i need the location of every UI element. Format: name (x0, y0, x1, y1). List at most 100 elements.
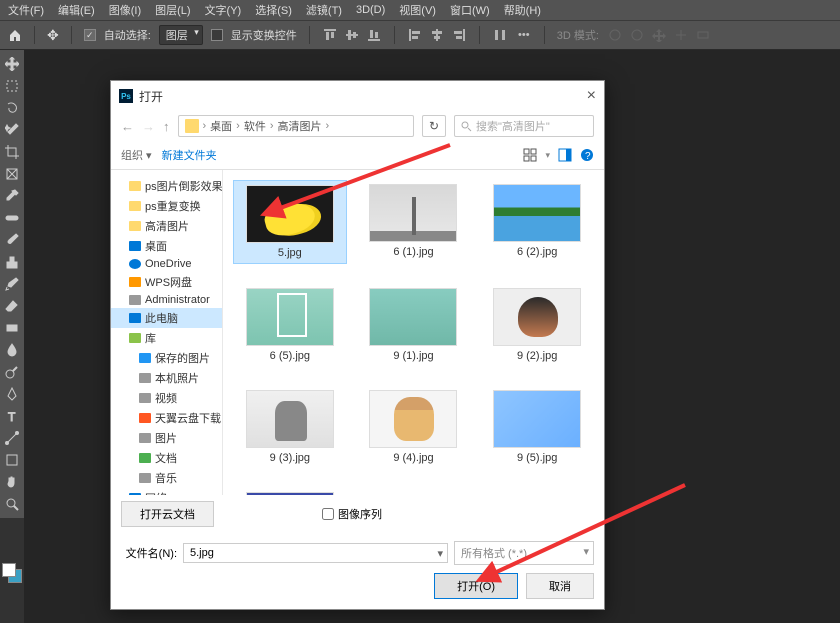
tree-item[interactable]: 库 (111, 328, 222, 348)
pen-tool[interactable] (2, 384, 22, 404)
align-bottom-icon[interactable] (366, 27, 382, 43)
thumbnail (369, 288, 457, 346)
tree-item-label: 音乐 (155, 470, 177, 486)
cancel-button[interactable]: 取消 (526, 573, 594, 599)
folder-icon (139, 353, 151, 363)
tree-item[interactable]: 高清图片 (111, 216, 222, 236)
auto-select-checkbox[interactable]: ✓ (84, 29, 96, 41)
marquee-tool[interactable] (2, 76, 22, 96)
menu-view[interactable]: 视图(V) (399, 2, 436, 18)
file-item[interactable] (233, 488, 347, 495)
frame-tool[interactable] (2, 164, 22, 184)
menu-type[interactable]: 文字(Y) (205, 2, 242, 18)
distribute-icon[interactable] (492, 27, 508, 43)
wand-tool[interactable] (2, 120, 22, 140)
search-input[interactable]: 搜索"高清图片" (454, 115, 594, 137)
show-transform-checkbox[interactable] (211, 29, 223, 41)
menu-file[interactable]: 文件(F) (8, 2, 44, 18)
zoom-tool[interactable] (2, 494, 22, 514)
tree-item[interactable]: 此电脑 (111, 308, 222, 328)
align-left-icon[interactable] (407, 27, 423, 43)
menu-help[interactable]: 帮助(H) (504, 2, 541, 18)
tree-item[interactable]: 桌面 (111, 236, 222, 256)
tree-item[interactable]: WPS网盘 (111, 272, 222, 292)
preview-pane-icon[interactable] (558, 148, 572, 162)
menu-filter[interactable]: 滤镜(T) (306, 2, 342, 18)
crop-tool[interactable] (2, 142, 22, 162)
history-brush-tool[interactable] (2, 274, 22, 294)
folder-icon (129, 241, 141, 251)
tree-item[interactable]: 网络 (111, 488, 222, 495)
file-item[interactable]: 6 (2).jpg (480, 180, 594, 264)
3d-mode-label: 3D 模式: (557, 27, 599, 43)
filename-input[interactable]: 5.jpg (183, 543, 448, 563)
home-icon[interactable] (8, 28, 22, 42)
tree-item[interactable]: ps图片倒影效果 (111, 176, 222, 196)
tree-item[interactable]: 视频 (111, 388, 222, 408)
heal-tool[interactable] (2, 208, 22, 228)
menu-image[interactable]: 图像(I) (109, 2, 141, 18)
type-tool[interactable]: T (2, 406, 22, 426)
foreground-color-swatch[interactable] (2, 563, 16, 577)
back-icon[interactable]: ← (121, 119, 134, 134)
align-right-icon[interactable] (451, 27, 467, 43)
hand-tool[interactable] (2, 472, 22, 492)
file-item[interactable]: 9 (3).jpg (233, 386, 347, 468)
brush-tool[interactable] (2, 230, 22, 250)
close-icon[interactable]: × (587, 87, 596, 105)
color-swatches[interactable] (2, 563, 22, 583)
menu-select[interactable]: 选择(S) (255, 2, 292, 18)
file-item[interactable]: 9 (4).jpg (357, 386, 471, 468)
align-hcenter-icon[interactable] (429, 27, 445, 43)
eyedropper-tool[interactable] (2, 186, 22, 206)
menu-3d[interactable]: 3D(D) (356, 4, 385, 16)
file-item[interactable]: 9 (2).jpg (480, 284, 594, 366)
thumbnail (493, 288, 581, 346)
align-icons (322, 27, 382, 43)
tree-item[interactable]: OneDrive (111, 256, 222, 272)
help-icon[interactable]: ? (580, 148, 594, 162)
open-cloud-button[interactable]: 打开云文档 (121, 501, 214, 527)
align-vcenter-icon[interactable] (344, 27, 360, 43)
tree-item[interactable]: 音乐 (111, 468, 222, 488)
tree-item-label: 视频 (155, 390, 177, 406)
file-item[interactable]: 9 (5).jpg (480, 386, 594, 468)
file-item[interactable]: 5.jpg (233, 180, 347, 264)
align-top-icon[interactable] (322, 27, 338, 43)
dodge-tool[interactable] (2, 362, 22, 382)
tree-item[interactable]: Administrator (111, 292, 222, 308)
auto-select-dropdown[interactable]: 图层 (159, 25, 203, 45)
eraser-tool[interactable] (2, 296, 22, 316)
tree-item[interactable]: 保存的图片 (111, 348, 222, 368)
menu-edit[interactable]: 编辑(E) (58, 2, 95, 18)
refresh-icon[interactable]: ↻ (422, 115, 446, 137)
tree-item[interactable]: 天翼云盘下载 (111, 408, 222, 428)
new-folder-button[interactable]: 新建文件夹 (162, 147, 217, 163)
tree-item[interactable]: 图片 (111, 428, 222, 448)
view-mode-icon[interactable] (523, 148, 537, 162)
menu-layer[interactable]: 图层(L) (155, 2, 190, 18)
filetype-dropdown[interactable]: 所有格式 (*.*) (454, 541, 594, 565)
blur-tool[interactable] (2, 340, 22, 360)
menu-window[interactable]: 窗口(W) (450, 2, 490, 18)
organize-dropdown[interactable]: 组织 ▾ (121, 147, 152, 163)
image-sequence-checkbox[interactable]: 图像序列 (322, 506, 382, 522)
path-tool[interactable] (2, 428, 22, 448)
tree-item[interactable]: ps重复变换 (111, 196, 222, 216)
stamp-tool[interactable] (2, 252, 22, 272)
up-icon[interactable]: ↑ (163, 119, 170, 134)
shape-tool[interactable] (2, 450, 22, 470)
lasso-tool[interactable] (2, 98, 22, 118)
open-button[interactable]: 打开(O) (434, 573, 518, 599)
file-item[interactable]: 6 (1).jpg (357, 180, 471, 264)
more-icon[interactable]: ••• (516, 27, 532, 43)
tree-item[interactable]: 本机照片 (111, 368, 222, 388)
breadcrumb[interactable]: › 桌面 › 软件 › 高清图片 › (178, 115, 415, 137)
move-tool[interactable] (2, 54, 22, 74)
show-transform-label: 显示变换控件 (231, 27, 297, 43)
tree-item[interactable]: 文档 (111, 448, 222, 468)
file-item[interactable]: 9 (1).jpg (357, 284, 471, 366)
gradient-tool[interactable] (2, 318, 22, 338)
file-item[interactable]: 6 (5).jpg (233, 284, 347, 366)
forward-icon[interactable]: → (142, 119, 155, 134)
